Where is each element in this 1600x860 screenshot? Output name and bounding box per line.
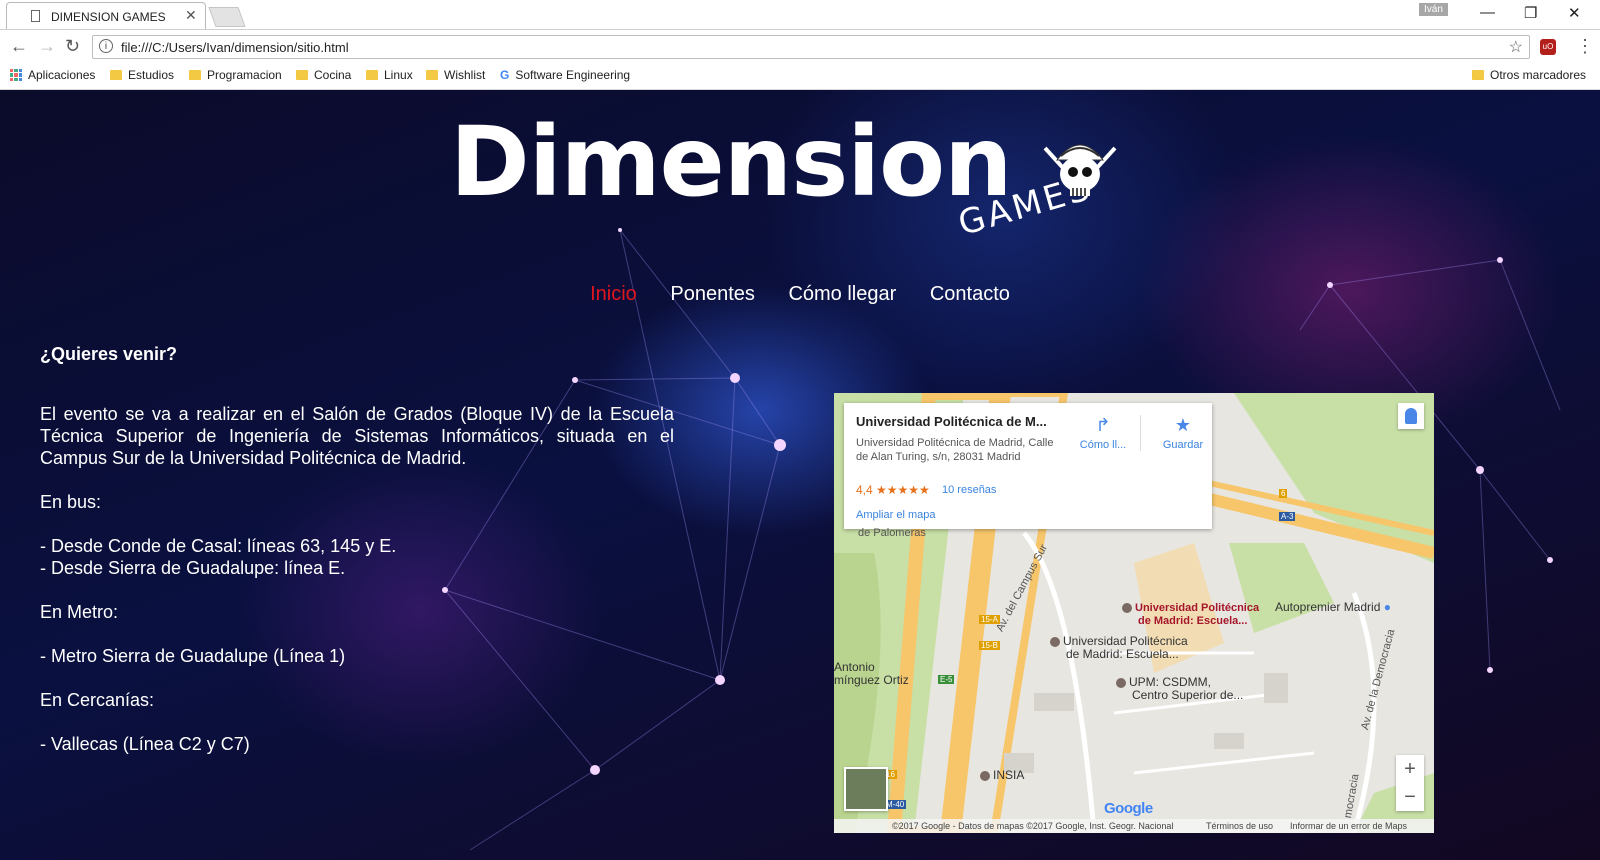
road-shield: 15-B: [979, 641, 1000, 650]
directions-button[interactable]: ↱ Cómo ll...: [1068, 415, 1138, 451]
logo-word: Dimension: [450, 106, 1012, 218]
metro-title: En Metro:: [40, 602, 119, 622]
google-logo: Google: [1104, 800, 1153, 817]
menu-icon[interactable]: ⋮: [1576, 36, 1594, 57]
bookmark-link[interactable]: G Software Engineering: [500, 68, 630, 82]
report-error-link[interactable]: Informar de un error de Maps: [1290, 821, 1407, 831]
bookmark-folder[interactable]: Programacion: [189, 68, 282, 82]
road-shield: A-3: [1279, 512, 1296, 521]
star-icon: ★: [1174, 415, 1192, 435]
map-poi-label[interactable]: INSIA: [980, 769, 1024, 782]
forward-icon[interactable]: →: [38, 36, 56, 57]
bus-line: - Desde Sierra de Guadalupe: línea E.: [40, 558, 346, 578]
page-viewport: Dimension GAMES Inicio Ponentes Cómo lle…: [0, 90, 1600, 860]
dimension-games-logo: Dimension GAMES: [450, 108, 1130, 258]
directions-icon: ↱: [1095, 415, 1111, 435]
place-address: Universidad Politécnica de Madrid, Calle…: [856, 437, 1054, 463]
close-window-icon[interactable]: ✕: [1568, 4, 1581, 22]
map-street-label: Antonio mínguez Ortiz: [834, 660, 909, 687]
place-rating: 4,4 ★★★★★: [856, 483, 930, 497]
close-tab-icon[interactable]: ✕: [185, 7, 197, 24]
cercanias-title: En Cercanías:: [40, 690, 155, 710]
cercanias-line: - Vallecas (Línea C2 y C7): [40, 734, 250, 754]
folder-icon: [426, 70, 438, 80]
embedded-google-map[interactable]: Universidad Politécnica de M... Universi…: [834, 393, 1434, 833]
card-divider: [1140, 415, 1141, 451]
pirate-skull-icon: [1043, 144, 1117, 196]
other-bookmarks[interactable]: Otros marcadores: [1472, 68, 1586, 82]
zoom-in-button[interactable]: +: [1396, 755, 1424, 783]
apps-grid-icon: [10, 69, 22, 81]
road-shield: 6: [1279, 489, 1288, 498]
map-attribution: ©2017 Google - Datos de mapas ©2017 Goog…: [892, 821, 1174, 831]
place-info-card: Universidad Politécnica de M... Universi…: [844, 403, 1212, 529]
nav-contacto[interactable]: Contacto: [930, 283, 1010, 306]
place-name[interactable]: Universidad Politécnica de M...: [856, 414, 1047, 429]
map-poi-label[interactable]: UPM: CSDMM, Centro Superior de...: [1116, 676, 1243, 702]
url-text[interactable]: file:///C:/Users/Ivan/dimension/sitio.ht…: [121, 40, 349, 55]
google-icon: G: [500, 68, 510, 82]
map-poi-label[interactable]: Universidad Politécnica de Madrid: Escuel…: [1050, 635, 1188, 661]
reload-icon[interactable]: ↻: [65, 36, 80, 57]
bookmark-folder[interactable]: Linux: [366, 68, 413, 82]
bus-title: En bus:: [40, 492, 102, 512]
map-attribution-bar: ©2017 Google - Datos de mapas ©2017 Goog…: [834, 819, 1434, 833]
bookmark-apps[interactable]: Aplicaciones: [10, 68, 95, 82]
browser-toolbar: ← → ↻ i file:///C:/Users/Ivan/dimension/…: [0, 30, 1600, 62]
minimize-icon[interactable]: —: [1480, 4, 1495, 21]
browser-tab[interactable]: DIMENSION GAMES ✕: [6, 2, 206, 29]
main-nav: Inicio Ponentes Cómo llegar Contacto: [0, 283, 1600, 306]
reviews-link[interactable]: 10 reseñas: [942, 484, 996, 496]
bookmark-folder[interactable]: Wishlist: [426, 68, 485, 82]
satellite-view-toggle[interactable]: [844, 767, 888, 811]
section-heading: ¿Quieres venir?: [40, 344, 178, 364]
back-icon[interactable]: ←: [10, 36, 28, 57]
zoom-out-button[interactable]: −: [1396, 783, 1424, 811]
info-icon[interactable]: i: [99, 39, 113, 53]
profile-badge[interactable]: Iván: [1419, 3, 1448, 16]
terms-link[interactable]: Términos de uso: [1206, 821, 1273, 831]
directions-content: ¿Quieres venir? El evento se va a realiz…: [40, 343, 674, 777]
road-shield: 15-A: [979, 615, 1000, 624]
map-poi-label[interactable]: Autopremier Madrid ●: [1275, 601, 1391, 614]
tab-title: DIMENSION GAMES: [51, 10, 166, 24]
restore-icon[interactable]: ❐: [1524, 4, 1537, 22]
browser-tab-bar: DIMENSION GAMES ✕ Iván — ❐ ✕: [0, 0, 1600, 30]
ublock-extension-icon[interactable]: uO: [1540, 39, 1556, 55]
folder-icon: [1472, 70, 1484, 80]
nav-inicio[interactable]: Inicio: [590, 283, 637, 306]
folder-icon: [189, 70, 201, 80]
folder-icon: [366, 70, 378, 80]
map-poi-label[interactable]: Universidad Politécnica de Madrid: Escuel…: [1122, 602, 1259, 628]
nav-ponentes[interactable]: Ponentes: [670, 283, 755, 306]
metro-line: - Metro Sierra de Guadalupe (Línea 1): [40, 646, 346, 666]
new-tab-button[interactable]: [208, 7, 246, 27]
bookmarks-bar: Aplicaciones Estudios Programacion Cocin…: [0, 62, 1600, 90]
folder-icon: [110, 70, 122, 80]
bookmark-star-icon[interactable]: ☆: [1509, 37, 1523, 57]
street-view-pegman-icon[interactable]: [1398, 403, 1424, 429]
page-icon: [31, 10, 40, 22]
road-shield: E-5: [938, 675, 955, 684]
bus-line: - Desde Conde de Casal: líneas 63, 145 y…: [40, 536, 397, 556]
bookmark-folder[interactable]: Estudios: [110, 68, 174, 82]
enlarge-map-link[interactable]: Ampliar el mapa: [856, 509, 935, 521]
bookmark-folder[interactable]: Cocina: [296, 68, 351, 82]
save-button[interactable]: ★ Guardar: [1148, 415, 1218, 451]
zoom-controls: + −: [1396, 755, 1424, 811]
intro-paragraph: El evento se va a realizar en el Salón d…: [40, 404, 674, 468]
nav-como-llegar[interactable]: Cómo llegar: [788, 283, 896, 306]
map-street-label: de Palomeras: [858, 527, 926, 539]
folder-icon: [296, 70, 308, 80]
address-bar[interactable]: i file:///C:/Users/Ivan/dimension/sitio.…: [92, 35, 1530, 59]
